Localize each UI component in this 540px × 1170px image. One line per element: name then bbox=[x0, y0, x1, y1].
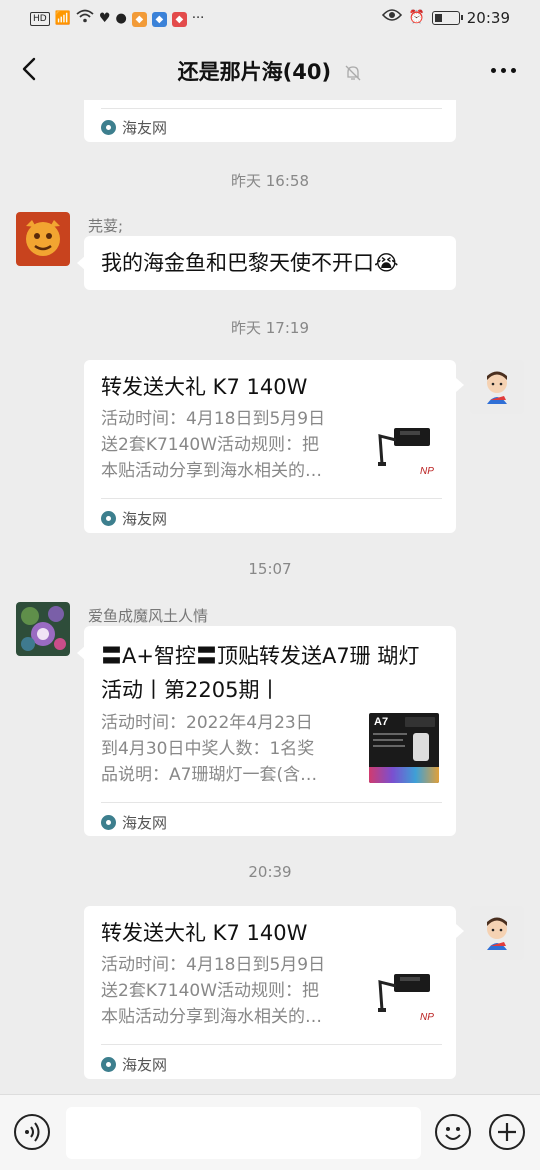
card-source: 海友网 bbox=[122, 119, 168, 137]
heart-icon: ♥ bbox=[98, 11, 111, 26]
more-button[interactable] bbox=[491, 68, 516, 73]
source-icon bbox=[101, 1057, 116, 1072]
card-title-line: 活动丨第2205期丨 bbox=[101, 678, 281, 702]
emoji-button[interactable] bbox=[435, 1114, 471, 1150]
status-time: 20:39 bbox=[466, 9, 510, 27]
avatar-image bbox=[470, 360, 524, 414]
more-icon bbox=[491, 68, 496, 73]
message-text: 我的海金鱼和巴黎天使不开口😭 bbox=[101, 251, 399, 275]
timestamp: 20:39 bbox=[248, 863, 292, 881]
card-title: 转发送大礼 K7 140W bbox=[101, 921, 308, 945]
app-notification-icon: ◆ bbox=[131, 11, 147, 27]
sender-name: 爱鱼成魔风土人情 bbox=[88, 607, 209, 625]
svg-text:NP: NP bbox=[420, 466, 434, 477]
hd-indicator: HD bbox=[30, 12, 50, 26]
lamp-thumbnail: NP bbox=[372, 416, 442, 486]
text-message[interactable]: 我的海金鱼和巴黎天使不开口😭 bbox=[84, 236, 456, 290]
voice-button[interactable] bbox=[14, 1114, 50, 1150]
link-card[interactable]: 转发送大礼 K7 140W 活动时间：4月18日到5月9日 送2套K7140W活… bbox=[84, 360, 456, 533]
card-desc-line: 本贴活动分享到海水相关的… bbox=[101, 461, 322, 481]
card-source: 海友网 bbox=[122, 814, 168, 832]
status-bar: HD 📶 ♥ ● ◆ ◆ ◆ ··· ⏰ 20:39 bbox=[0, 0, 540, 38]
app-notification-icon: ◆ bbox=[151, 11, 167, 27]
card-desc-line: 活动时间：4月18日到5月9日 bbox=[101, 955, 326, 975]
source-icon bbox=[101, 815, 116, 830]
link-card-partial[interactable]: 海友网 bbox=[84, 100, 456, 142]
plus-icon bbox=[498, 1123, 516, 1141]
link-card[interactable]: 转发送大礼 K7 140W 活动时间：4月18日到5月9日 送2套K7140W活… bbox=[84, 906, 456, 1079]
app-notification-icon: ◆ bbox=[171, 11, 187, 27]
battery-icon bbox=[431, 11, 463, 25]
message-input[interactable] bbox=[66, 1107, 421, 1159]
my-avatar[interactable] bbox=[470, 360, 524, 414]
card-source: 海友网 bbox=[122, 1056, 168, 1074]
sender-name: 芫荽; bbox=[88, 217, 124, 235]
wifi-icon bbox=[76, 9, 94, 29]
timestamp: 15:07 bbox=[248, 560, 292, 578]
card-desc-line: 品说明：A7珊瑚灯一套(含… bbox=[101, 765, 318, 785]
wechat-icon: ● bbox=[115, 11, 127, 26]
a7-thumbnail: A7 bbox=[369, 713, 439, 783]
card-desc-line: 活动时间：2022年4月23日 bbox=[101, 713, 313, 733]
plus-button[interactable] bbox=[489, 1114, 525, 1150]
avatar-image bbox=[470, 906, 524, 960]
timestamp: 昨天 17:19 bbox=[231, 319, 309, 337]
card-desc-line: 到4月30日中奖人数：1名奖 bbox=[101, 739, 315, 759]
signal-icon: 📶 bbox=[54, 11, 71, 26]
nav-bar: 还是那片海(40) bbox=[0, 38, 540, 100]
avatar-image bbox=[16, 212, 70, 266]
card-source: 海友网 bbox=[122, 510, 168, 528]
card-desc-line: 送2套K7140W活动规则：把 bbox=[101, 435, 320, 455]
more-notifications-icon: ··· bbox=[191, 11, 205, 26]
timestamp: 昨天 16:58 bbox=[231, 172, 309, 190]
lamp-thumbnail: NP bbox=[372, 962, 442, 1032]
card-title-line: 〓A+智控〓顶贴转发送A7珊 瑚灯 bbox=[101, 644, 420, 668]
chat-title: 还是那片海(40) bbox=[177, 60, 332, 84]
source-icon bbox=[101, 511, 116, 526]
card-desc-line: 本贴活动分享到海水相关的… bbox=[101, 1007, 322, 1027]
source-icon bbox=[101, 120, 116, 135]
link-card[interactable]: 〓A+智控〓顶贴转发送A7珊 瑚灯 活动丨第2205期丨 活动时间：2022年4… bbox=[84, 626, 456, 836]
eye-icon bbox=[381, 8, 402, 28]
input-bar bbox=[0, 1094, 540, 1170]
thumb-label: A7 bbox=[374, 716, 389, 728]
card-title: 转发送大礼 K7 140W bbox=[101, 375, 308, 399]
card-desc-line: 活动时间：4月18日到5月9日 bbox=[101, 409, 326, 429]
avatar-image bbox=[16, 602, 70, 656]
emoji-icon bbox=[445, 1127, 461, 1140]
card-desc-line: 送2套K7140W活动规则：把 bbox=[101, 981, 320, 1001]
my-avatar[interactable] bbox=[470, 906, 524, 960]
svg-text:NP: NP bbox=[420, 1012, 434, 1023]
avatar[interactable] bbox=[16, 212, 70, 266]
mute-bell-icon bbox=[345, 65, 361, 81]
voice-icon bbox=[25, 1122, 40, 1142]
avatar[interactable] bbox=[16, 602, 70, 656]
alarm-icon: ⏰ bbox=[408, 10, 425, 25]
